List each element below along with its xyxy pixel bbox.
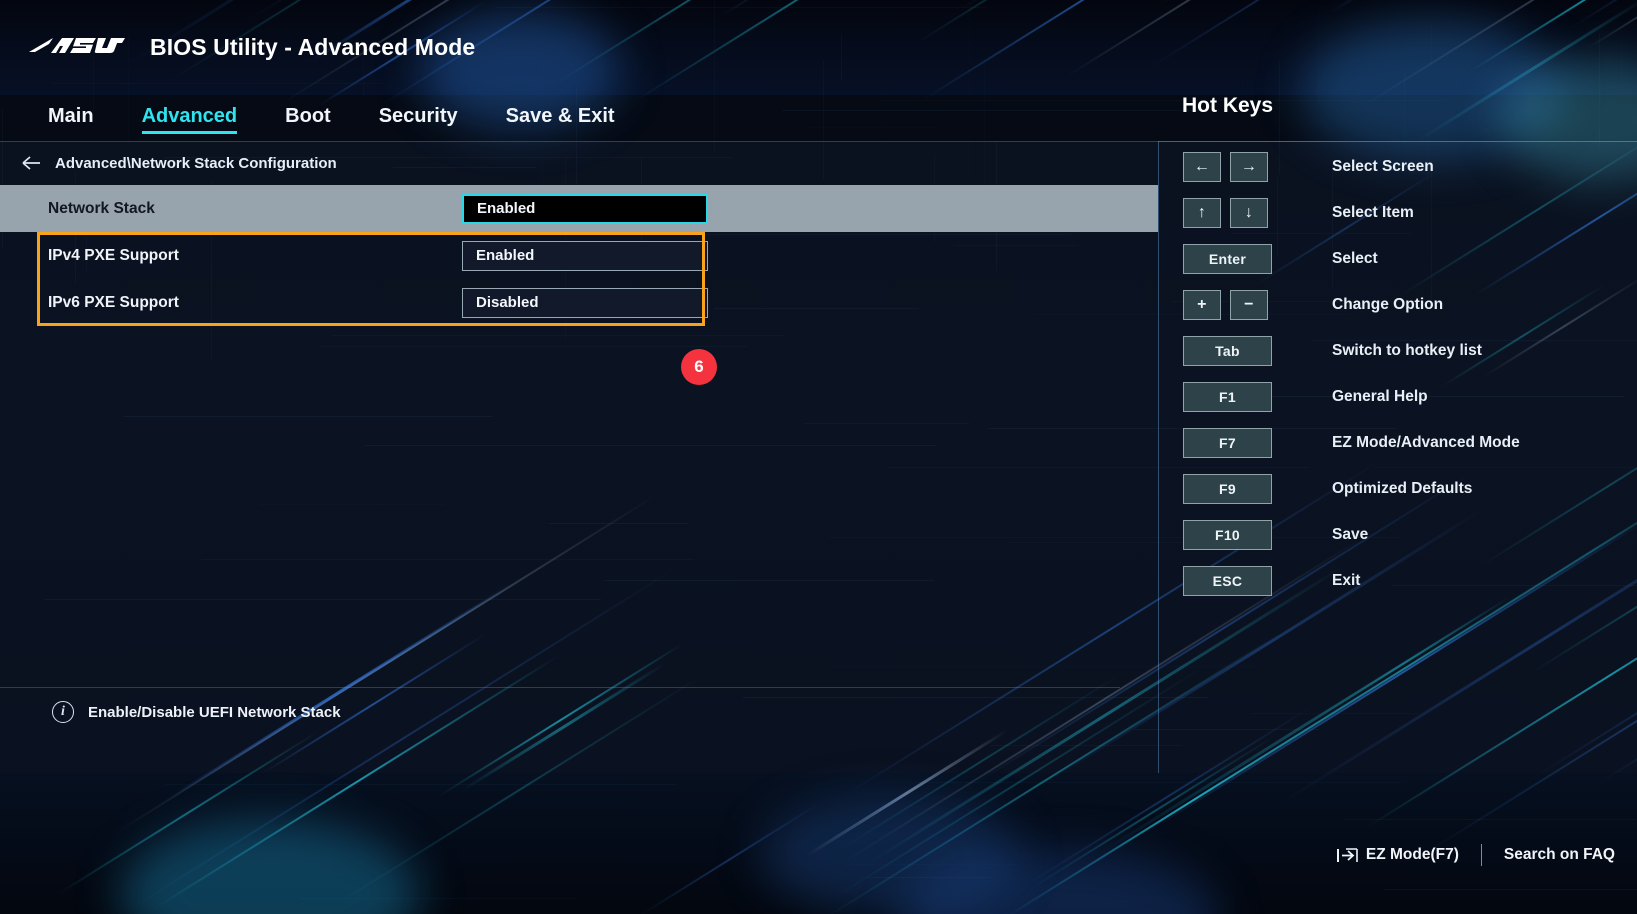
hotkey-row: ← → Select Screen bbox=[1158, 152, 1637, 198]
ez-mode-button[interactable]: EZ Mode(F7) bbox=[1336, 846, 1459, 864]
arrow-left-icon[interactable] bbox=[22, 156, 41, 170]
footer-actions: EZ Mode(F7) Search on FAQ bbox=[1336, 844, 1615, 866]
hotkey-keys: ← → bbox=[1183, 152, 1314, 182]
hotkeys-title: Hot Keys bbox=[1182, 94, 1274, 117]
key-button[interactable]: ↑ bbox=[1183, 198, 1221, 228]
hotkey-keys: F7 bbox=[1183, 428, 1314, 458]
main-content-panel: Advanced\Network Stack Configuration Net… bbox=[0, 141, 1158, 773]
hotkey-row: Tab Switch to hotkey list bbox=[1158, 336, 1637, 382]
hotkey-description: Select Screen bbox=[1332, 158, 1434, 175]
hotkey-keys: Tab bbox=[1183, 336, 1314, 366]
key-button[interactable]: Tab bbox=[1183, 336, 1272, 366]
tab-boot[interactable]: Boot bbox=[285, 102, 331, 133]
key-button[interactable]: − bbox=[1230, 290, 1268, 320]
hotkey-row: F7 EZ Mode/Advanced Mode bbox=[1158, 428, 1637, 474]
help-divider bbox=[0, 687, 1120, 688]
footer-separator bbox=[1480, 844, 1482, 866]
hotkey-keys: F10 bbox=[1183, 520, 1314, 550]
hotkey-row: F9 Optimized Defaults bbox=[1158, 474, 1637, 520]
tab-advanced[interactable]: Advanced bbox=[141, 102, 237, 134]
setting-label: Network Stack bbox=[48, 199, 155, 217]
hotkeys-list: ← → Select Screen ↑ ↓ Select Item Enter Select +… bbox=[1158, 141, 1637, 773]
key-button[interactable]: F9 bbox=[1183, 474, 1272, 504]
key-button[interactable]: Enter bbox=[1183, 244, 1272, 274]
hotkey-description: Exit bbox=[1332, 572, 1361, 589]
asus-logo-icon bbox=[28, 33, 126, 63]
help-description-text: Enable/Disable UEFI Network Stack bbox=[88, 703, 341, 721]
page-title: BIOS Utility - Advanced Mode bbox=[150, 34, 476, 60]
hotkey-description: EZ Mode/Advanced Mode bbox=[1332, 434, 1520, 451]
setting-value-dropdown[interactable]: Disabled bbox=[462, 287, 708, 318]
tab-main[interactable]: Main bbox=[48, 102, 94, 133]
setting-label: IPv6 PXE Support bbox=[48, 293, 179, 311]
hotkey-row: ↑ ↓ Select Item bbox=[1158, 198, 1637, 244]
hotkey-keys: ↑ ↓ bbox=[1183, 198, 1314, 228]
hotkey-row: F1 General Help bbox=[1158, 382, 1637, 428]
hotkey-description: Optimized Defaults bbox=[1332, 480, 1473, 497]
hotkey-keys: + − bbox=[1183, 290, 1314, 320]
key-button[interactable]: F7 bbox=[1183, 428, 1272, 458]
info-icon: i bbox=[52, 701, 74, 723]
hotkey-keys: F1 bbox=[1183, 382, 1314, 412]
setting-value-dropdown[interactable]: Enabled bbox=[462, 240, 708, 271]
key-button[interactable]: ↓ bbox=[1230, 198, 1268, 228]
setting-row[interactable]: IPv6 PXE Support Disabled bbox=[0, 279, 1158, 326]
footer-bar: EZ Mode(F7) Search on FAQ bbox=[0, 773, 1637, 914]
help-description: i Enable/Disable UEFI Network Stack bbox=[52, 701, 341, 723]
hotkey-keys: Enter bbox=[1183, 244, 1314, 274]
key-button[interactable]: + bbox=[1183, 290, 1221, 320]
settings-list: Network Stack Enabled IPv4 PXE Support Enab… bbox=[0, 185, 1158, 385]
hotkey-description: Select Item bbox=[1332, 204, 1414, 221]
hotkey-row: + − Change Option bbox=[1158, 290, 1637, 336]
key-button[interactable]: F1 bbox=[1183, 382, 1272, 412]
key-button[interactable]: → bbox=[1230, 152, 1268, 182]
hotkey-description: Save bbox=[1332, 526, 1369, 543]
hotkey-description: Select bbox=[1332, 250, 1378, 267]
hotkey-description: General Help bbox=[1332, 388, 1428, 405]
tab-security[interactable]: Security bbox=[379, 102, 458, 133]
tab-key-icon bbox=[1336, 847, 1362, 864]
breadcrumb: Advanced\Network Stack Configuration bbox=[0, 141, 1158, 185]
setting-row[interactable]: IPv4 PXE Support Enabled bbox=[0, 232, 1158, 279]
hotkey-row: Enter Select bbox=[1158, 244, 1637, 290]
annotation-step-badge: 6 bbox=[681, 349, 717, 385]
key-button[interactable]: F10 bbox=[1183, 520, 1272, 550]
key-button[interactable]: ESC bbox=[1183, 566, 1272, 596]
hotkey-description: Switch to hotkey list bbox=[1332, 342, 1482, 359]
key-button[interactable]: ← bbox=[1183, 152, 1221, 182]
hotkey-row: F10 Save bbox=[1158, 520, 1637, 566]
hotkeys-panel: Hot Keys ← → Select Screen ↑ ↓ Select Item Ent… bbox=[1158, 0, 1637, 773]
hotkey-keys: ESC bbox=[1183, 566, 1314, 596]
setting-row[interactable]: Network Stack Enabled bbox=[0, 185, 1158, 232]
hotkey-description: Change Option bbox=[1332, 296, 1444, 313]
hotkey-row: ESC Exit bbox=[1158, 566, 1637, 612]
ez-mode-label: EZ Mode(F7) bbox=[1365, 846, 1459, 863]
hotkey-keys: F9 bbox=[1183, 474, 1314, 504]
search-on-faq-button[interactable]: Search on FAQ bbox=[1504, 846, 1615, 864]
setting-label: IPv4 PXE Support bbox=[48, 246, 179, 264]
breadcrumb-path: Advanced\Network Stack Configuration bbox=[55, 154, 337, 172]
tab-save-exit[interactable]: Save & Exit bbox=[506, 102, 615, 133]
setting-value-dropdown[interactable]: Enabled bbox=[462, 193, 708, 224]
